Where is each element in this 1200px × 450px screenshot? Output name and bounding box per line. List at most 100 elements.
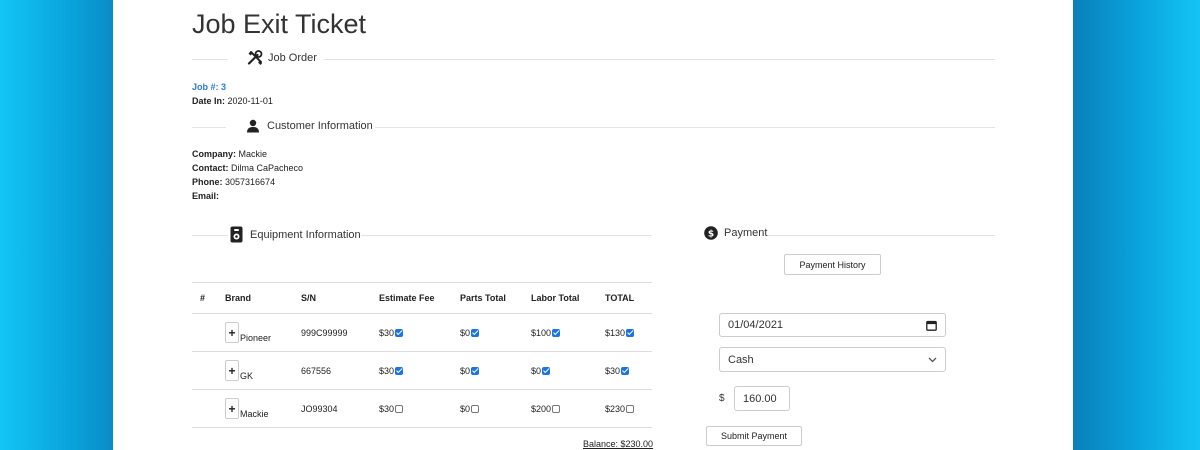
estimate-fee: $30 bbox=[379, 327, 395, 338]
row-total: $230 bbox=[605, 403, 626, 414]
ticket-panel: Job Exit Ticket Job Order Job #: 3 Date … bbox=[113, 0, 1073, 450]
parts-checkbox[interactable] bbox=[471, 404, 480, 413]
total-checkbox[interactable] bbox=[621, 366, 630, 375]
payment-history-button[interactable]: Payment History bbox=[784, 254, 881, 275]
customer-heading-label: Customer Information bbox=[267, 120, 373, 132]
email-label: Email: bbox=[192, 191, 220, 201]
table-row: + GK 667556 $30 $0 $0 $30 bbox=[192, 351, 652, 390]
estimate-checkbox[interactable] bbox=[395, 328, 404, 337]
labor-checkbox[interactable] bbox=[552, 404, 561, 413]
phone-line: Phone: 3057316674 bbox=[192, 175, 303, 189]
section-divider bbox=[375, 127, 995, 128]
serial-number: 667556 bbox=[293, 351, 371, 390]
brand-value: Mackie bbox=[240, 409, 269, 419]
job-order-heading: Job Order bbox=[247, 50, 317, 66]
payment-method-select[interactable]: Cash bbox=[719, 347, 946, 372]
total-checkbox[interactable] bbox=[626, 328, 635, 337]
brand-value: GK bbox=[240, 371, 254, 381]
background-left bbox=[0, 0, 113, 450]
estimate-fee: $30 bbox=[379, 365, 395, 376]
section-divider bbox=[361, 235, 652, 236]
parts-total: $0 bbox=[460, 365, 471, 376]
job-order-heading-label: Job Order bbox=[268, 52, 317, 64]
column-header: Estimate Fee bbox=[371, 282, 452, 314]
column-header: TOTAL bbox=[597, 282, 652, 314]
row-total: $30 bbox=[605, 365, 621, 376]
company-value: Mackie bbox=[238, 149, 268, 159]
labor-total: $100 bbox=[531, 327, 552, 338]
labor-total: $200 bbox=[531, 403, 552, 414]
section-divider bbox=[323, 59, 995, 60]
serial-number: JO99304 bbox=[293, 389, 371, 428]
labor-checkbox[interactable] bbox=[552, 328, 561, 337]
company-line: Company: Mackie bbox=[192, 147, 303, 161]
balance-total: Balance: $230.00 bbox=[583, 439, 654, 449]
expand-button[interactable]: + bbox=[225, 322, 239, 343]
tools-icon bbox=[247, 50, 263, 65]
dollar-circle-icon: $ bbox=[704, 226, 718, 240]
payment-amount-input[interactable]: 160.00 bbox=[734, 386, 790, 411]
date-in-value: 2020-11-01 bbox=[227, 96, 273, 106]
customer-heading: Customer Information bbox=[246, 119, 373, 133]
page-title: Job Exit Ticket bbox=[192, 9, 367, 39]
user-icon bbox=[247, 119, 259, 133]
expand-button[interactable]: + bbox=[225, 360, 239, 381]
parts-checkbox[interactable] bbox=[471, 366, 480, 375]
equipment-table: # Brand S/N Estimate Fee Parts Total Lab… bbox=[192, 282, 652, 428]
section-divider bbox=[192, 127, 226, 128]
row-number bbox=[192, 389, 217, 428]
column-header: # bbox=[192, 282, 217, 314]
date-in-line: Date In: 2020-11-01 bbox=[192, 94, 273, 108]
date-in-label: Date In: bbox=[192, 96, 226, 106]
phone-value: 3057316674 bbox=[225, 177, 276, 187]
chevron-down-icon bbox=[928, 357, 937, 362]
submit-payment-button[interactable]: Submit Payment bbox=[706, 426, 802, 446]
row-number bbox=[192, 313, 217, 352]
labor-total: $0 bbox=[531, 365, 542, 376]
job-number-label: Job #: bbox=[192, 82, 219, 92]
parts-total: $0 bbox=[460, 403, 471, 414]
job-order-info: Job #: 3 Date In: 2020-11-01 bbox=[192, 80, 273, 108]
serial-number: 999C99999 bbox=[293, 313, 371, 352]
contact-label: Contact: bbox=[192, 163, 229, 173]
table-row: + Mackie JO99304 $30 $0 $200 $230 bbox=[192, 389, 652, 428]
currency-symbol: $ bbox=[719, 393, 725, 404]
row-total: $130 bbox=[605, 327, 626, 338]
table-row: + Pioneer 999C99999 $30 $0 $100 $130 bbox=[192, 313, 652, 352]
column-header: Brand bbox=[217, 282, 293, 314]
phone-label: Phone: bbox=[192, 177, 223, 187]
column-header: Labor Total bbox=[523, 282, 597, 314]
table-header-row: # Brand S/N Estimate Fee Parts Total Lab… bbox=[192, 282, 652, 314]
labor-checkbox[interactable] bbox=[542, 366, 551, 375]
payment-heading-label: Payment bbox=[724, 227, 768, 239]
email-line: Email: bbox=[192, 189, 303, 203]
estimate-checkbox[interactable] bbox=[395, 366, 404, 375]
estimate-checkbox[interactable] bbox=[395, 404, 404, 413]
parts-total: $0 bbox=[460, 327, 471, 338]
contact-value: Dilma CaPacheco bbox=[231, 163, 304, 173]
section-divider bbox=[192, 235, 228, 236]
total-checkbox[interactable] bbox=[626, 404, 635, 413]
equipment-heading-label: Equipment Information bbox=[250, 228, 361, 241]
equipment-heading: Equipment Information bbox=[230, 226, 361, 243]
payment-method-value: Cash bbox=[728, 353, 754, 366]
row-number bbox=[192, 351, 217, 390]
payment-date-value: 01/04/2021 bbox=[728, 319, 784, 331]
calendar-icon[interactable] bbox=[926, 320, 937, 331]
company-label: Company: bbox=[192, 149, 237, 159]
background-right bbox=[1073, 0, 1200, 450]
payment-heading: $ Payment bbox=[704, 226, 767, 240]
payment-amount-value: 160.00 bbox=[743, 392, 777, 405]
payment-date-input[interactable]: 01/04/2021 bbox=[719, 313, 946, 337]
job-number-link[interactable]: 3 bbox=[221, 82, 226, 92]
expand-button[interactable]: + bbox=[225, 398, 239, 419]
parts-checkbox[interactable] bbox=[471, 328, 480, 337]
svg-text:$: $ bbox=[708, 230, 714, 240]
contact-line: Contact: Dilma CaPacheco bbox=[192, 161, 303, 175]
job-number-line: Job #: 3 bbox=[192, 80, 273, 94]
section-divider bbox=[767, 235, 995, 236]
brand-value: Pioneer bbox=[240, 333, 272, 343]
column-header: Parts Total bbox=[452, 282, 523, 314]
speaker-icon bbox=[230, 226, 243, 243]
customer-info: Company: Mackie Contact: Dilma CaPacheco… bbox=[192, 147, 303, 203]
